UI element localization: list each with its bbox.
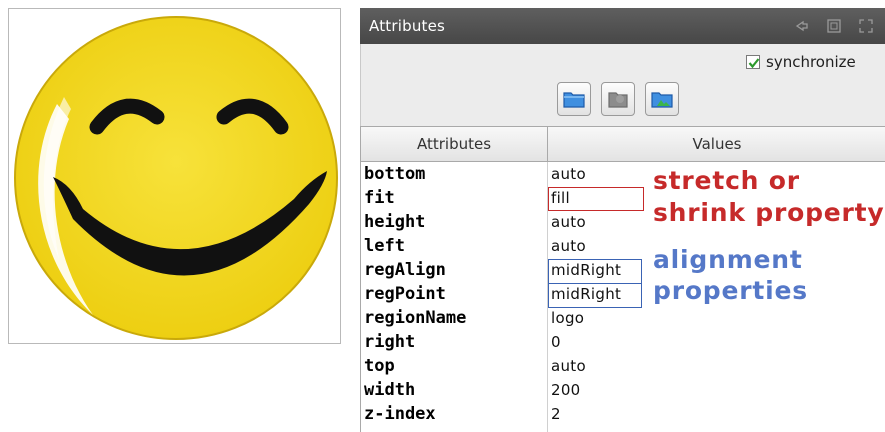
table-row[interactable]: top auto [361, 354, 885, 378]
attribute-name: regPoint [364, 284, 446, 304]
save-button[interactable] [601, 82, 635, 116]
attribute-value[interactable]: auto [551, 234, 586, 258]
attribute-name: width [364, 380, 416, 400]
attributes-column-header[interactable]: Attributes [361, 127, 548, 161]
maximize-icon[interactable] [858, 18, 874, 34]
attribute-value[interactable]: auto [551, 162, 586, 186]
attribute-value[interactable]: auto [551, 210, 586, 234]
minimize-icon[interactable] [794, 18, 810, 34]
attributes-table: Attributes Values bottom auto fit fill h… [360, 126, 885, 432]
panel-toolbar: synchronize [360, 44, 885, 126]
alignment-box-divider [549, 283, 641, 284]
properties-annotation: properties [653, 276, 808, 305]
smiley-image-frame [8, 8, 341, 344]
alignment-annotation: alignment [653, 245, 803, 274]
attribute-value[interactable]: 200 [551, 378, 581, 402]
attribute-name: regionName [364, 308, 467, 328]
attribute-value[interactable]: logo [551, 306, 584, 330]
synchronize-toggle[interactable]: synchronize [746, 53, 856, 71]
table-row[interactable]: width 200 [361, 378, 885, 402]
table-row[interactable]: z-index 2 [361, 402, 885, 426]
fit-highlight-box [548, 187, 644, 211]
table-row[interactable]: right 0 [361, 330, 885, 354]
synchronize-checkbox[interactable] [746, 55, 760, 69]
panel-title: Attributes [369, 17, 446, 35]
restore-icon[interactable] [826, 18, 842, 34]
table-header: Attributes Values [361, 126, 885, 162]
attribute-value[interactable]: 0 [551, 330, 561, 354]
shrink-annotation: shrink property [653, 198, 885, 227]
open-image-folder-button[interactable] [645, 82, 679, 116]
folder-icon [563, 92, 585, 108]
attribute-name: height [364, 212, 426, 232]
synchronize-label: synchronize [766, 53, 856, 71]
attributes-panel: Attributes synchronize Attributes Values… [360, 8, 885, 432]
table-row[interactable]: bottom auto [361, 162, 885, 186]
panel-titlebar: Attributes [360, 8, 885, 44]
attribute-name: fit [364, 188, 395, 208]
table-row[interactable]: regionName logo [361, 306, 885, 330]
alignment-highlight-box [548, 259, 642, 308]
disabled-save-icon [608, 92, 628, 108]
attribute-name: left [364, 236, 405, 256]
checkmark-icon [748, 58, 760, 69]
attribute-value[interactable]: auto [551, 354, 586, 378]
stretch-annotation: stretch or [653, 166, 800, 195]
open-folder-button[interactable] [557, 82, 591, 116]
attribute-name: z-index [364, 404, 436, 424]
attribute-name: bottom [364, 164, 426, 184]
attribute-name: regAlign [364, 260, 446, 280]
attribute-name: right [364, 332, 416, 352]
table-row[interactable]: left auto [361, 234, 885, 258]
smiley-face-image [14, 16, 338, 340]
folder-image-icon [651, 92, 673, 108]
attribute-value[interactable]: 2 [551, 402, 561, 426]
values-column-header[interactable]: Values [548, 127, 885, 161]
attribute-name: top [364, 356, 395, 376]
